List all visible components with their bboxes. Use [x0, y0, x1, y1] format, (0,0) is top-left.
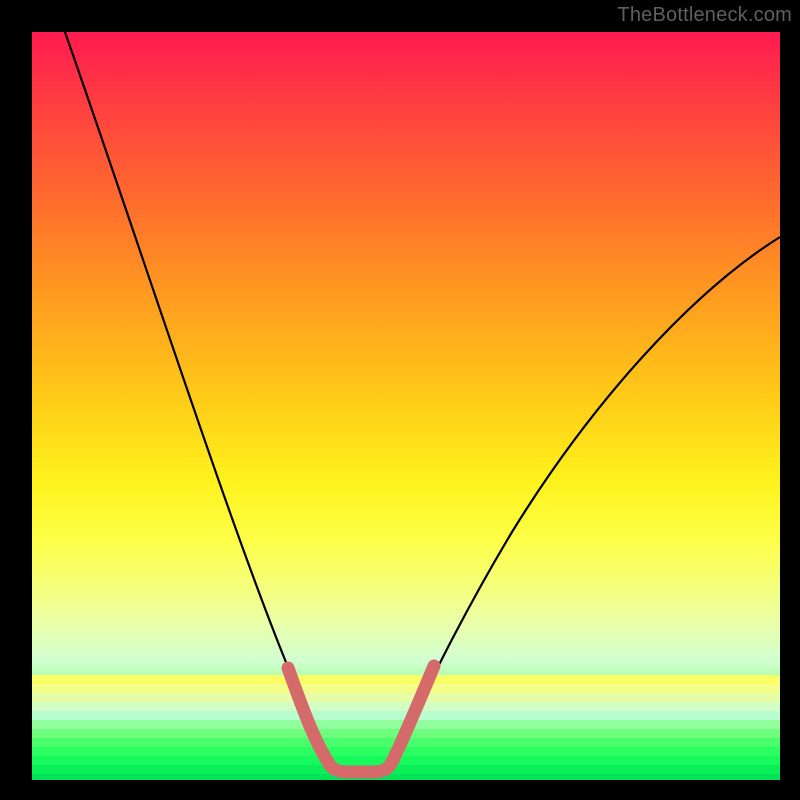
notch-markers — [288, 666, 434, 772]
curve-layer — [32, 32, 780, 780]
chart-frame: TheBottleneck.com — [0, 0, 800, 800]
watermark-text: TheBottleneck.com — [617, 4, 792, 27]
plot-area — [32, 32, 780, 780]
bottleneck-curve — [65, 32, 780, 772]
